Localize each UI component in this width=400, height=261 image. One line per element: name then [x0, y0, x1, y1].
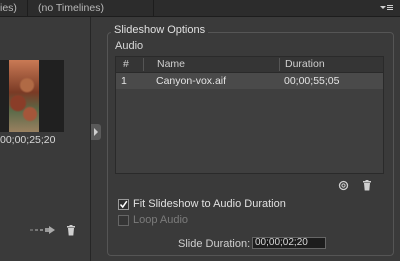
panel-tab-bar: ies) (no Timelines): [0, 0, 400, 17]
row-duration: 00;00;55;05: [284, 75, 340, 87]
row-name: Canyon-vox.aif: [156, 75, 227, 87]
tab-left-label: ies): [0, 2, 17, 14]
clip-timecode: 00;00;25;20: [0, 134, 56, 146]
column-name[interactable]: Name: [157, 57, 185, 72]
audio-section-label: Audio: [115, 40, 144, 52]
clip-thumbnail[interactable]: [9, 60, 39, 132]
loop-audio-checkbox[interactable]: [118, 215, 129, 226]
loop-icon[interactable]: [338, 180, 349, 194]
tab-left-partial[interactable]: ies): [0, 0, 28, 16]
slideshow-options-title: Slideshow Options: [111, 24, 209, 36]
left-panel: 00;00;25;20: [0, 17, 90, 261]
table-row[interactable]: 1 Canyon-vox.aif 00;00;55;05: [116, 73, 383, 89]
slide-duration-label: Slide Duration:: [178, 238, 251, 250]
column-number[interactable]: #: [123, 57, 129, 72]
trash-icon[interactable]: [362, 180, 372, 194]
row-number: 1: [121, 75, 127, 87]
collapse-arrow-icon[interactable]: [91, 124, 101, 140]
trash-icon[interactable]: [66, 225, 76, 239]
fit-slideshow-checkbox[interactable]: [118, 199, 129, 210]
tab-timelines-label: (no Timelines): [38, 2, 104, 14]
panel-menu-icon[interactable]: [378, 2, 394, 14]
fit-slideshow-label[interactable]: Fit Slideshow to Audio Duration: [133, 198, 286, 210]
audio-table: # Name Duration 1 Canyon-vox.aif 00;00;5…: [115, 56, 384, 174]
column-separator: [143, 58, 144, 71]
slideshow-arrow-icon[interactable]: [30, 225, 56, 238]
slide-duration-field[interactable]: 00;00;02;20: [252, 237, 326, 249]
column-separator: [279, 58, 280, 71]
loop-audio-label[interactable]: Loop Audio: [133, 214, 188, 226]
tab-timelines[interactable]: (no Timelines): [28, 0, 154, 16]
column-duration[interactable]: Duration: [285, 57, 325, 72]
audio-table-header: # Name Duration: [116, 57, 383, 73]
